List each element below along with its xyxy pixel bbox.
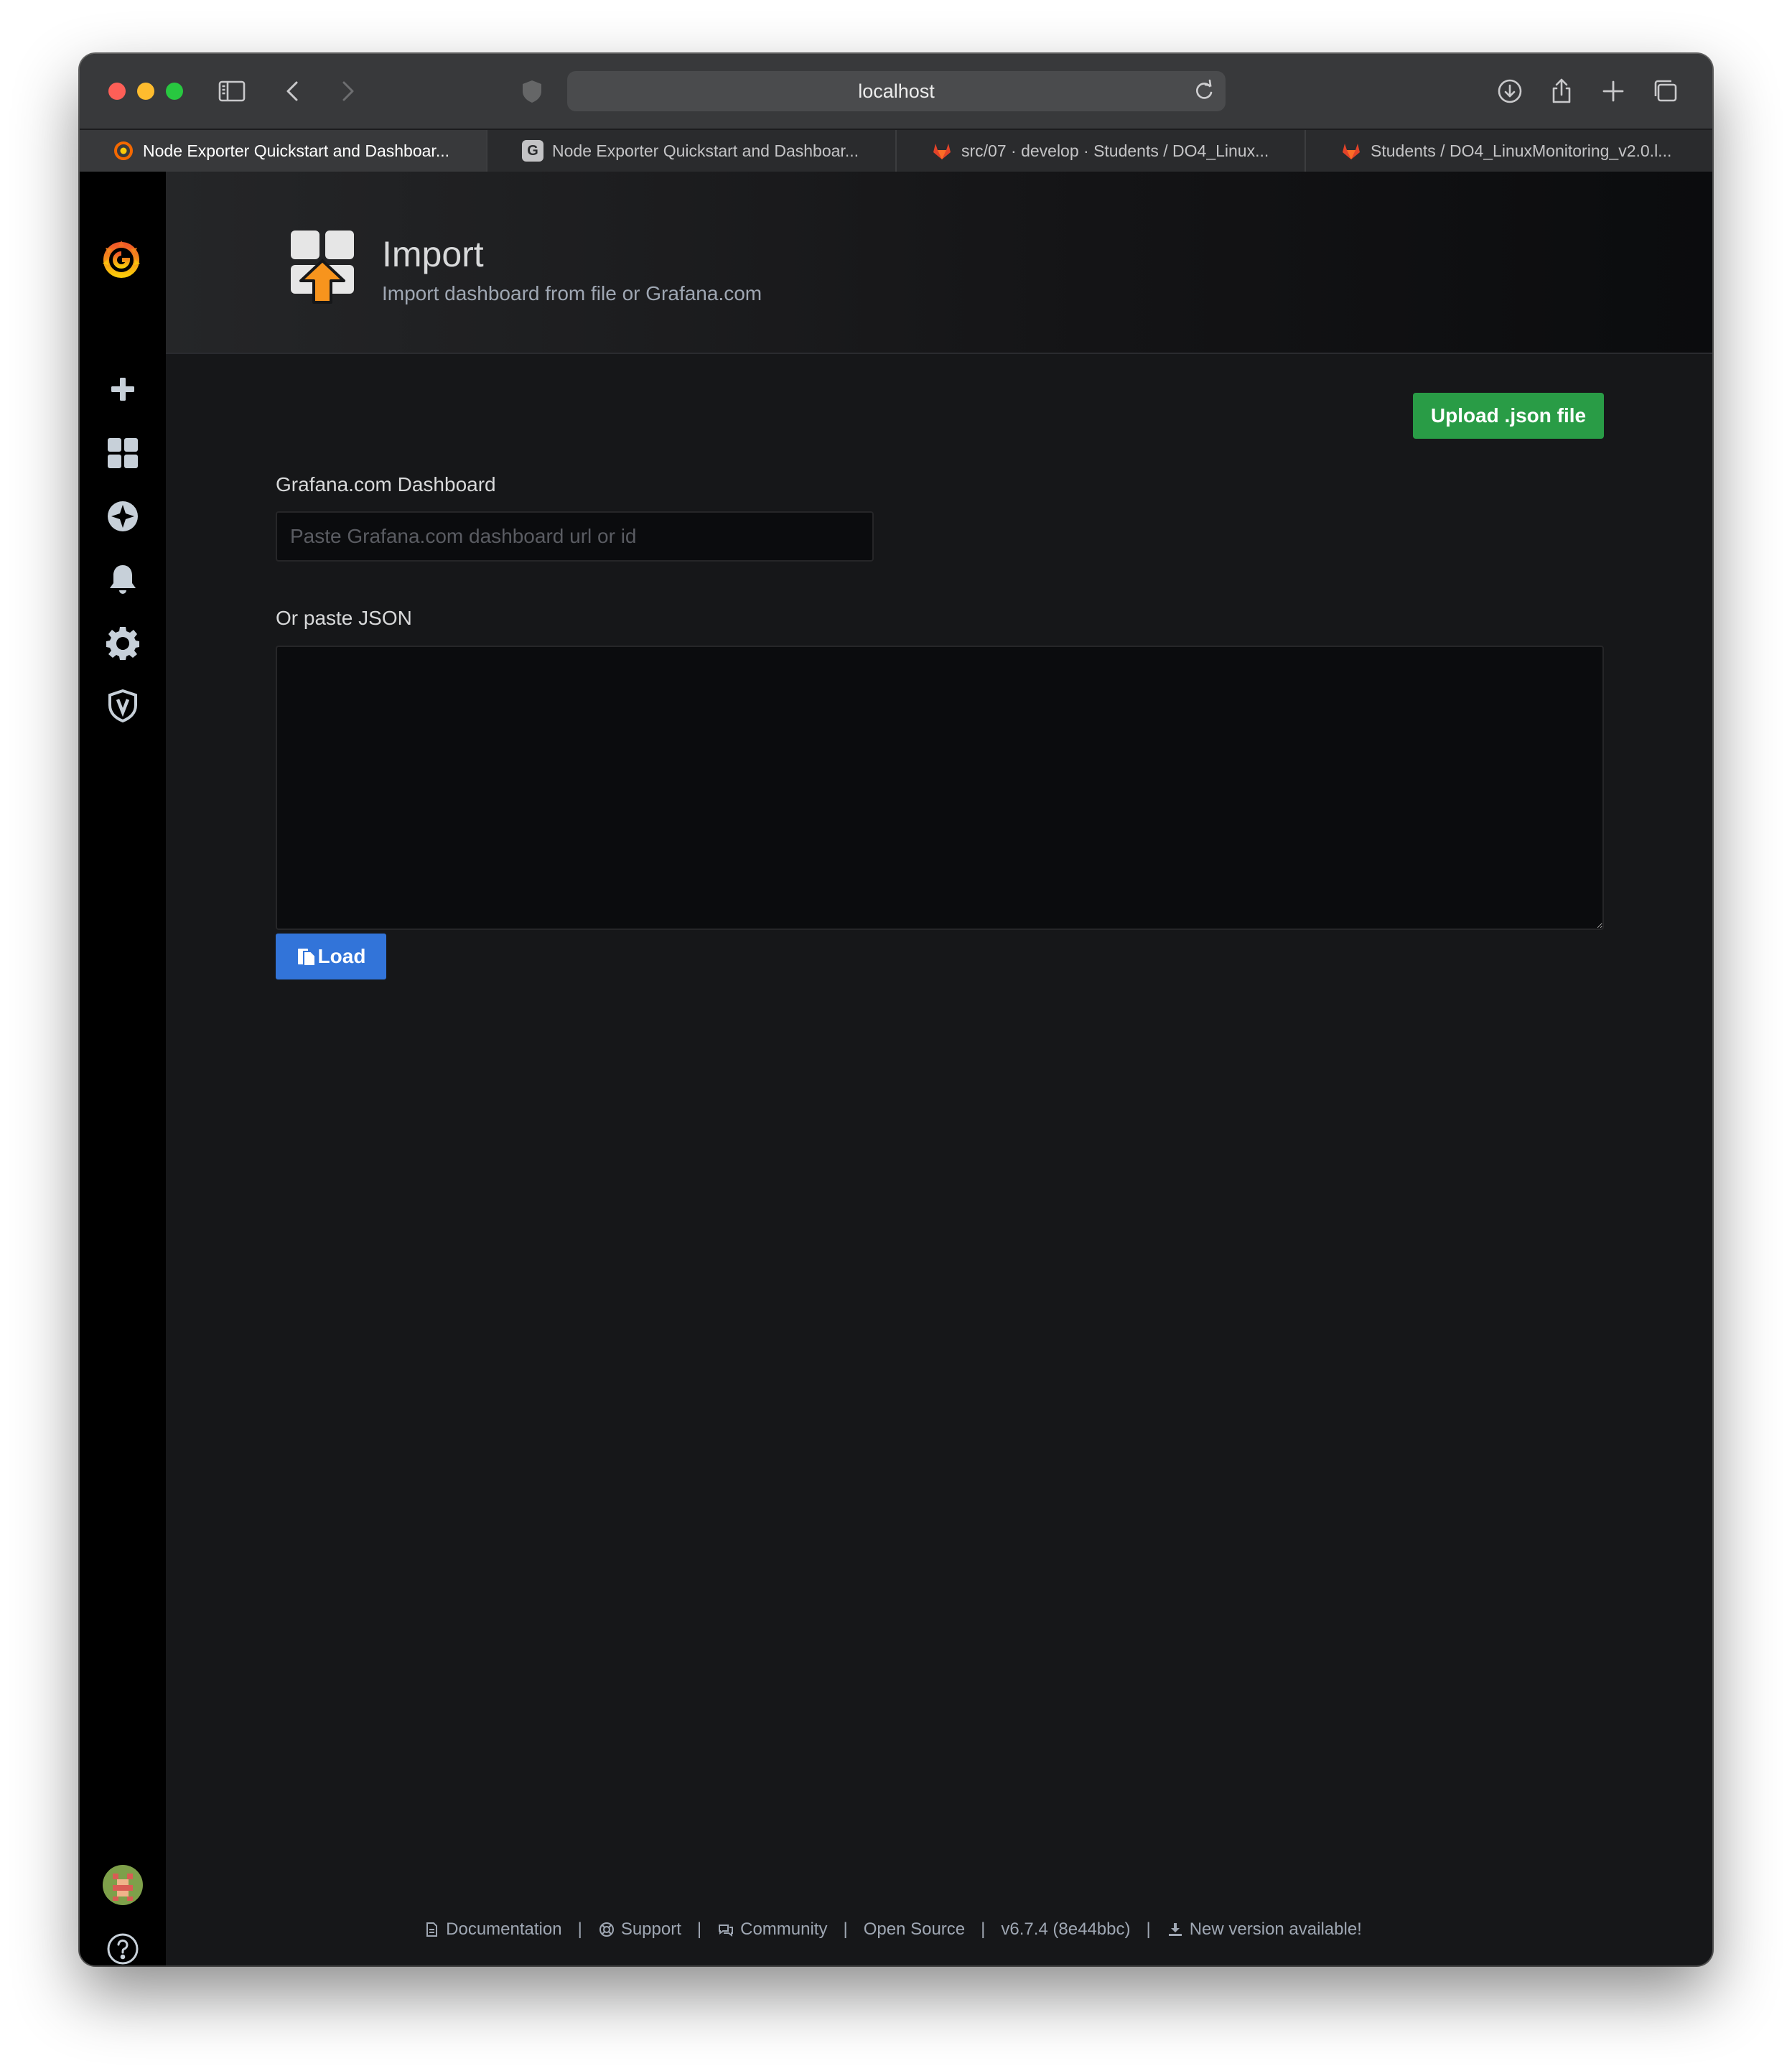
server-admin-icon[interactable] xyxy=(105,688,141,724)
document-icon xyxy=(423,1921,440,1938)
zoom-window-button[interactable] xyxy=(166,83,183,100)
page-title: Import xyxy=(382,234,484,274)
comments-icon xyxy=(717,1921,734,1938)
grafana-logo-icon[interactable] xyxy=(98,236,144,282)
footer-version: v6.7.4 (8e44bbc) xyxy=(1001,1919,1131,1939)
tab-gitlab-src[interactable]: src/07 · develop · Students / DO4_Linux.… xyxy=(898,130,1306,172)
reload-icon[interactable] xyxy=(1188,75,1220,107)
paste-json-textarea[interactable] xyxy=(276,646,1604,930)
tab-title: Node Exporter Quickstart and Dashboar... xyxy=(143,141,449,160)
tab-node-exporter[interactable]: G Node Exporter Quickstart and Dashboar.… xyxy=(489,130,897,172)
file-import-icon xyxy=(297,946,318,967)
import-icon xyxy=(289,229,357,304)
page-subtitle: Import dashboard from file or Grafana.co… xyxy=(382,282,762,304)
url-text: localhost xyxy=(858,80,935,102)
tab-title: Node Exporter Quickstart and Dashboar... xyxy=(552,141,859,160)
footer-new-version-link[interactable]: New version available! xyxy=(1167,1919,1362,1940)
explore-icon[interactable] xyxy=(105,498,141,534)
back-icon[interactable] xyxy=(278,75,309,107)
tab-bar: Node Exporter Quickstart and Dashboar...… xyxy=(80,129,1712,172)
upload-json-button[interactable]: Upload .json file xyxy=(1413,393,1604,439)
tab-title: src/07 · develop · Students / DO4_Linux.… xyxy=(961,141,1269,160)
footer-documentation-link[interactable]: Documentation xyxy=(423,1919,562,1940)
address-bar[interactable]: localhost xyxy=(567,71,1226,111)
grafana-com-dashboard-input[interactable] xyxy=(276,511,874,562)
tab-node-exporter-active[interactable]: Node Exporter Quickstart and Dashboar... xyxy=(80,130,487,172)
minimize-window-button[interactable] xyxy=(137,83,154,100)
alerting-icon[interactable] xyxy=(105,562,141,597)
new-tab-icon[interactable] xyxy=(1597,75,1629,107)
paste-json-label: Or paste JSON xyxy=(276,607,412,629)
downloads-icon[interactable] xyxy=(1494,75,1526,107)
sidemenu xyxy=(80,172,166,1965)
dashboards-icon[interactable] xyxy=(105,435,141,471)
help-icon[interactable] xyxy=(105,1931,141,1965)
configuration-icon[interactable] xyxy=(105,625,141,661)
gitlab-icon xyxy=(931,140,953,162)
download-icon xyxy=(1167,1921,1184,1938)
tab-overview-icon[interactable] xyxy=(1649,75,1681,107)
browser-window: localhost Node Exporter Quickstart and D… xyxy=(80,54,1712,1965)
grafana-icon xyxy=(113,140,134,162)
load-button[interactable]: Load xyxy=(276,934,386,979)
plus-icon[interactable] xyxy=(105,371,141,407)
browser-titlebar: localhost xyxy=(80,54,1712,129)
share-icon[interactable] xyxy=(1546,75,1577,107)
privacy-shield-icon[interactable] xyxy=(516,75,548,107)
footer: Documentation | Support | Community | Op… xyxy=(166,1919,1712,1940)
avatar[interactable] xyxy=(103,1865,143,1905)
gitlab-icon xyxy=(1340,140,1362,162)
tab-title: Students / DO4_LinuxMonitoring_v2.0.l... xyxy=(1371,141,1672,160)
lifebuoy-icon xyxy=(598,1921,615,1938)
tab-gitlab-students[interactable]: Students / DO4_LinuxMonitoring_v2.0.l... xyxy=(1307,130,1712,172)
grafana-com-dashboard-label: Grafana.com Dashboard xyxy=(276,473,496,495)
footer-support-link[interactable]: Support xyxy=(598,1919,681,1940)
close-window-button[interactable] xyxy=(108,83,126,100)
g-icon: G xyxy=(522,140,543,162)
forward-icon[interactable] xyxy=(331,75,363,107)
load-button-label: Load xyxy=(317,945,366,967)
page-header: Import Import dashboard from file or Gra… xyxy=(166,172,1712,354)
sidebar-toggle-icon[interactable] xyxy=(216,75,248,107)
footer-community-link[interactable]: Community xyxy=(717,1919,827,1940)
footer-open-source-link[interactable]: Open Source xyxy=(864,1919,965,1940)
